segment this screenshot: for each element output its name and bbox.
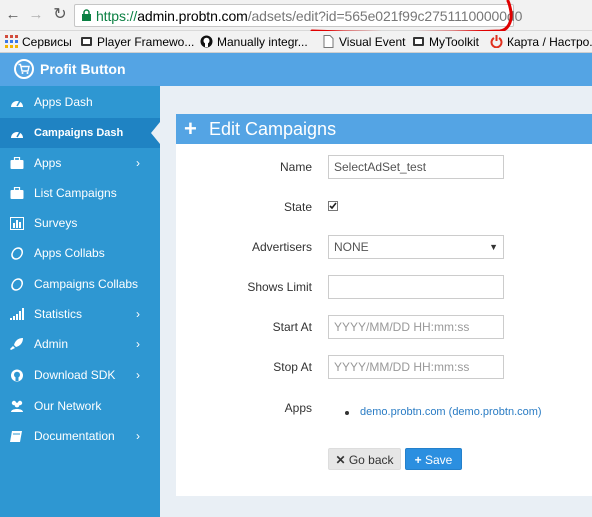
bookmark-page-icon: [413, 37, 424, 46]
start-at-input[interactable]: YYYY/MM/DD HH:mm:ss: [328, 315, 504, 339]
apps-grid-icon: [5, 35, 18, 48]
start-at-placeholder: YYYY/MM/DD HH:mm:ss: [334, 320, 470, 334]
edit-campaign-panel: + Edit Campaigns Name SelectAdSet_test S…: [176, 114, 592, 496]
checkmark-icon: [329, 202, 337, 210]
state-label: State: [283, 200, 312, 214]
signal-icon: [10, 308, 24, 320]
name-value: SelectAdSet_test: [334, 160, 427, 174]
url-input[interactable]: https://admin.probtn.com/adsets/edit?id=…: [74, 4, 522, 27]
users-icon: [11, 400, 23, 412]
sidebar-item-label: Statistics: [34, 307, 83, 321]
advertisers-label: Advertisers: [251, 240, 312, 254]
plus-icon: +: [414, 453, 422, 467]
sidebar-item-label: Apps Collabs: [34, 246, 105, 260]
sidebar-item-label: Campaigns Dash: [34, 127, 124, 139]
state-checkbox[interactable]: [328, 201, 338, 211]
sidebar-item-label: Apps Dash: [34, 95, 93, 109]
sidebar-item-campaigns-dash[interactable]: Campaigns Dash: [0, 118, 160, 148]
active-indicator: [151, 122, 160, 144]
briefcase-icon: [10, 187, 24, 199]
sidebar-item-apps-dash[interactable]: Apps Dash: [0, 87, 160, 117]
back-arrow-icon[interactable]: ←: [4, 6, 22, 24]
sidebar-item-label: Download SDK: [34, 368, 116, 382]
document-icon: [323, 35, 334, 48]
sidebar-item-our-network[interactable]: Our Network: [0, 391, 160, 421]
circle-outline-icon: [11, 278, 24, 291]
bookmarks-bar: Сервисы Player Framewo... Manually integ…: [0, 31, 592, 53]
sidebar-item-label: Admin: [34, 337, 69, 351]
sidebar-item-documentation[interactable]: Documentation ›: [0, 421, 160, 451]
apps-label: Apps: [284, 401, 312, 415]
brand-name: Profit Button: [40, 61, 126, 77]
sidebar-item-apps[interactable]: Apps ›: [0, 148, 160, 178]
sidebar-item-apps-collabs[interactable]: Apps Collabs: [0, 238, 160, 268]
stop-at-input[interactable]: YYYY/MM/DD HH:mm:ss: [328, 355, 504, 379]
bookmark-manually-integrate[interactable]: Manually integr...: [200, 34, 308, 50]
sidebar-item-label: Our Network: [34, 399, 102, 413]
plus-icon: +: [184, 116, 197, 141]
go-back-button[interactable]: ✕ Go back: [328, 448, 401, 470]
chevron-right-icon: ›: [136, 156, 140, 170]
sidebar-item-campaigns-collabs[interactable]: Campaigns Collabs: [0, 269, 160, 299]
forward-arrow-icon[interactable]: →: [27, 6, 45, 24]
bookmark-mytoolkit[interactable]: MyToolkit: [412, 34, 479, 50]
sidebar-item-label: Apps: [34, 156, 62, 170]
book-icon: [10, 431, 22, 442]
name-input[interactable]: SelectAdSet_test: [328, 155, 504, 179]
sidebar-item-label: List Campaigns: [34, 186, 117, 200]
reload-icon[interactable]: ↻: [51, 6, 69, 24]
sidebar-item-surveys[interactable]: Surveys: [0, 208, 160, 238]
panel-header: + Edit Campaigns: [176, 114, 592, 144]
dropdown-arrow-icon: ▼: [489, 242, 498, 252]
chevron-right-icon: ›: [136, 307, 140, 321]
stop-at-placeholder: YYYY/MM/DD HH:mm:ss: [334, 360, 470, 374]
brand-logo[interactable]: Profit Button: [14, 59, 126, 79]
start-at-label: Start At: [272, 320, 312, 334]
page-title: Edit Campaigns: [209, 119, 337, 139]
main-content: + Edit Campaigns Name SelectAdSet_test S…: [160, 86, 592, 517]
save-button[interactable]: + Save: [405, 448, 462, 470]
sidebar-item-download-sdk[interactable]: Download SDK ›: [0, 360, 160, 390]
bookmark-visual-event[interactable]: Visual Event: [322, 34, 406, 50]
bookmark-player-framework[interactable]: Player Framewo...: [80, 34, 194, 50]
github-icon: [11, 369, 23, 382]
advertisers-value: NONE: [334, 240, 369, 254]
dashboard-icon: [11, 131, 23, 138]
briefcase-icon: [10, 157, 24, 169]
rocket-icon: [10, 338, 23, 350]
sidebar-item-statistics[interactable]: Statistics ›: [0, 299, 160, 329]
advertisers-select[interactable]: NONE ▼: [328, 235, 504, 259]
bookmark-page-icon: [81, 37, 92, 46]
lock-icon: [82, 9, 91, 21]
bookmark-services[interactable]: Сервисы: [5, 34, 72, 50]
sidebar-item-label: Documentation: [34, 429, 115, 443]
power-icon: [490, 35, 503, 48]
github-icon: [200, 35, 213, 48]
bar-chart-icon: [10, 217, 24, 230]
name-label: Name: [279, 160, 312, 174]
sidebar-item-label: Surveys: [34, 216, 78, 230]
cart-icon: [14, 59, 34, 79]
close-icon: ✕: [335, 453, 346, 467]
app-link[interactable]: demo.probtn.com (demo.probtn.com): [360, 406, 542, 418]
sidebar-item-admin[interactable]: Admin ›: [0, 329, 160, 359]
dashboard-icon: [11, 100, 23, 107]
shows-limit-label: Shows Limit: [247, 280, 312, 294]
chevron-right-icon: ›: [136, 368, 140, 382]
chevron-right-icon: ›: [136, 337, 140, 351]
browser-address-bar: ← → ↻ https://admin.probtn.com/adsets/ed…: [0, 0, 592, 34]
url-text: https://admin.probtn.com/adsets/edit?id=…: [96, 8, 523, 24]
bullet-icon: [345, 411, 349, 415]
bookmark-map-settings[interactable]: Карта / Настро...: [490, 34, 592, 50]
circle-outline-icon: [11, 247, 24, 260]
sidebar: Apps Dash Campaigns Dash Apps › List Cam…: [0, 86, 160, 517]
app-header: Profit Button: [0, 53, 592, 86]
sidebar-item-label: Campaigns Collabs: [34, 277, 139, 291]
chevron-right-icon: ›: [136, 429, 140, 443]
sidebar-item-list-campaigns[interactable]: List Campaigns: [0, 178, 160, 208]
shows-limit-input[interactable]: [328, 275, 504, 299]
stop-at-label: Stop At: [273, 360, 312, 374]
